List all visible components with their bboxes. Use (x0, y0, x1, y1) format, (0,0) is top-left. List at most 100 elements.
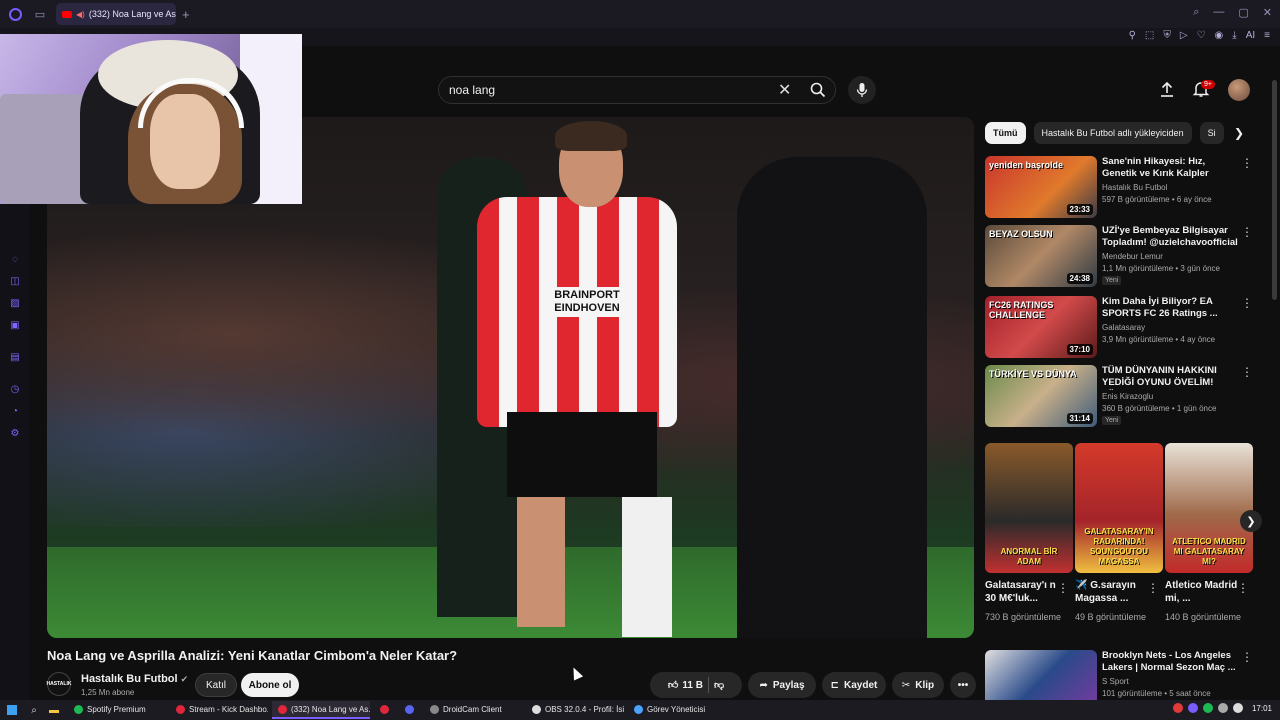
more-vert-icon[interactable]: ⋮ (1241, 650, 1253, 664)
search-input[interactable] (438, 76, 836, 104)
channel-name[interactable]: Mendebur Lemur (1102, 252, 1163, 261)
dislike-button[interactable]: 👎︎ (714, 679, 724, 691)
save-label: Kaydet (844, 679, 878, 691)
chip-from-uploader[interactable]: Hastalık Bu Futbol adlı yükleyiciden (1033, 122, 1192, 144)
shield-icon[interactable]: ⛨ (1163, 30, 1171, 41)
opera-logo-icon[interactable] (0, 0, 30, 28)
clear-search-icon[interactable]: ✕ (778, 80, 791, 100)
close-window-icon[interactable]: ✕ (1263, 6, 1272, 19)
video-thumbnail[interactable]: yeniden başrolde 23:33 (985, 156, 1097, 218)
short-thumbnail[interactable]: ANORMAL BİR ADAM (985, 443, 1073, 573)
tray-volume-icon[interactable] (1232, 703, 1243, 713)
file-explorer-icon[interactable]: ▬ (44, 700, 64, 720)
chip-all[interactable]: Tümü (985, 122, 1026, 144)
recommended-video[interactable]: TÜRKİYE VS DÜNYA 31:14 TÜM DÜNYANIN HAKK… (985, 365, 1265, 429)
channel-name[interactable]: Galatasaray (1102, 323, 1145, 332)
video-title-link[interactable]: Sane'nin Hikayesi: Hız, Genetik ve Kırık… (1102, 156, 1242, 180)
more-actions-button[interactable]: ••• (950, 672, 976, 698)
like-button[interactable]: 👍︎ 11 B (668, 679, 703, 692)
more-vert-icon[interactable]: ⋮ (1241, 225, 1253, 239)
browser-tab[interactable]: ◀) (332) Noa Lang ve Asp (56, 3, 176, 25)
video-thumbnail[interactable]: BEYAZ OLSUN 24:38 (985, 225, 1097, 287)
taskbar-app[interactable]: (332) Noa Lang ve As... (272, 701, 370, 719)
tray-spotify-icon[interactable] (1202, 703, 1213, 713)
account-avatar[interactable] (1228, 79, 1250, 101)
short-thumbnail[interactable]: GALATASARAY'IN RADARINDA! SOUNGOUTOU MAG… (1075, 443, 1163, 573)
recommended-video[interactable]: BEYAZ OLSUN 24:38 UZİ'ye Bembeyaz Bilgis… (985, 225, 1265, 289)
channel-avatar[interactable]: HASTALIK (47, 672, 71, 696)
start-button[interactable] (0, 700, 24, 720)
taskbar-app[interactable]: Spotify Premium (68, 701, 166, 719)
tray-app-icon[interactable] (1172, 703, 1183, 713)
short-title[interactable]: ✈️ G.sarayın Magassa ... (1075, 579, 1155, 605)
speaker-icon[interactable]: ◀) (76, 10, 85, 19)
channel-name[interactable]: S Sport (1102, 677, 1129, 686)
recommended-video[interactable]: Brooklyn Nets - Los Angeles Lakers | Nor… (985, 650, 1265, 700)
taskbar-app[interactable]: OBS 32.0.4 - Profil: İsi... (526, 701, 624, 719)
chip-related[interactable]: Si (1199, 122, 1224, 144)
channel-name[interactable]: Hastalık Bu Futbol ✔ (81, 673, 188, 685)
taskbar-app[interactable]: DroidCam Client (424, 701, 522, 719)
taskbar-clock[interactable]: 17:01 (1252, 704, 1272, 713)
more-vert-icon[interactable]: ⋮ (1241, 156, 1253, 170)
search-tabs-icon[interactable]: ⌕ (1193, 6, 1199, 19)
taskbar-app[interactable] (374, 701, 395, 719)
channel-name[interactable]: Enis Kirazoglu (1102, 392, 1153, 401)
subscribe-button[interactable]: Abone ol (241, 673, 299, 697)
more-vert-icon[interactable]: ⋮ (1241, 296, 1253, 310)
video-thumbnail[interactable] (985, 650, 1097, 700)
play-icon[interactable]: ▷ (1180, 30, 1188, 41)
video-title-link[interactable]: Brooklyn Nets - Los Angeles Lakers | Nor… (1102, 650, 1242, 674)
pin-icon[interactable]: ⚲ (1129, 30, 1136, 41)
download-icon[interactable]: ⤓ (1232, 30, 1236, 41)
sidebar-messenger-icon[interactable]: ▣ (9, 320, 21, 332)
taskbar-app[interactable]: Görev Yöneticisi (628, 701, 726, 719)
new-tab-button[interactable]: + (182, 7, 190, 22)
clip-button[interactable]: ✂ Klip (892, 672, 944, 698)
voice-search-button[interactable] (848, 76, 876, 104)
tray-network-icon[interactable] (1217, 703, 1228, 713)
sidebar-twitch-icon[interactable]: ▤ (9, 352, 21, 364)
sidebar-chat-icon[interactable]: ◔ (9, 406, 21, 418)
short-thumbnail[interactable]: ATLETICO MADRID MI GALATASARAY MI? (1165, 443, 1253, 573)
more-vert-icon[interactable]: ⋮ (1147, 581, 1159, 595)
video-title-link[interactable]: Kim Daha İyi Biliyor? EA SPORTS FC 26 Ra… (1102, 296, 1242, 320)
video-thumbnail[interactable]: TÜRKİYE VS DÜNYA 31:14 (985, 365, 1097, 427)
chips-next-button[interactable]: ❯ (1229, 123, 1249, 143)
screenshot-icon[interactable]: ⬚ (1145, 30, 1154, 41)
recommended-video[interactable]: yeniden başrolde 23:33 Sane'nin Hikayesi… (985, 156, 1265, 220)
recommended-video[interactable]: FC26 RATINGS CHALLENGE 37:10 Kim Daha İy… (985, 296, 1265, 360)
short-title[interactable]: Galatasaray'ı n 30 M€'luk... (985, 579, 1065, 605)
channel-name[interactable]: Hastalık Bu Futbol (1102, 183, 1167, 192)
share-button[interactable]: ➦ Paylaş (748, 672, 816, 698)
join-button[interactable]: Katıl (195, 673, 237, 697)
sidebar-flow-icon[interactable]: ▨ (9, 298, 21, 310)
search-icon[interactable]: ⌕ (24, 700, 44, 720)
sidebar-bag-icon[interactable]: ◫ (9, 276, 21, 288)
tray-app-icon[interactable] (1187, 703, 1198, 713)
tab-menu-icon[interactable]: ▭ (30, 4, 50, 24)
profile-icon[interactable]: ◉ (1215, 30, 1224, 41)
sidebar-ai-icon[interactable]: ◌ (9, 254, 21, 266)
taskbar-app[interactable] (399, 701, 420, 719)
maximize-icon[interactable]: ▢ (1238, 6, 1248, 19)
heart-icon[interactable]: ♡ (1197, 30, 1206, 41)
more-vert-icon[interactable]: ⋮ (1057, 581, 1069, 595)
taskbar-app[interactable]: Stream - Kick Dashbo... (170, 701, 268, 719)
menu-icon[interactable]: ≡ (1264, 30, 1270, 41)
ai-button[interactable]: AI (1246, 30, 1255, 41)
sidebar-history-icon[interactable]: ◷ (9, 384, 21, 396)
more-vert-icon[interactable]: ⋮ (1241, 365, 1253, 379)
upload-button[interactable] (1158, 80, 1176, 103)
sidebar-settings-icon[interactable]: ⚙ (9, 428, 21, 440)
video-title-link[interactable]: TÜM DÜNYANIN HAKKINI YEDİĞİ OYUNU ÖVELİM… (1102, 365, 1242, 390)
page-scrollbar[interactable] (1272, 80, 1277, 300)
save-button[interactable]: ⊏ Kaydet (822, 672, 886, 698)
short-title[interactable]: Atletico Madrid mi, ... (1165, 579, 1245, 605)
more-vert-icon[interactable]: ⋮ (1237, 581, 1249, 595)
video-thumbnail[interactable]: FC26 RATINGS CHALLENGE 37:10 (985, 296, 1097, 358)
video-title-link[interactable]: UZİ'ye Bembeyaz Bilgisayar Topladım! @uz… (1102, 225, 1242, 249)
shorts-next-button[interactable]: ❯ (1240, 510, 1262, 532)
search-button[interactable] (804, 76, 832, 104)
minimize-icon[interactable]: — (1213, 6, 1224, 19)
